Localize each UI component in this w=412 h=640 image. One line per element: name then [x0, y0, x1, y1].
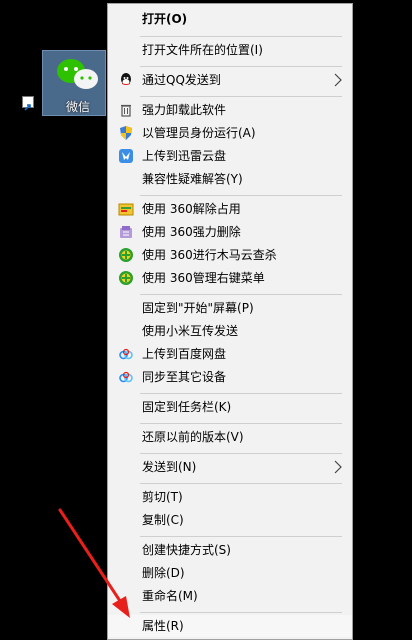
- annotation-arrow-icon: [58, 508, 130, 618]
